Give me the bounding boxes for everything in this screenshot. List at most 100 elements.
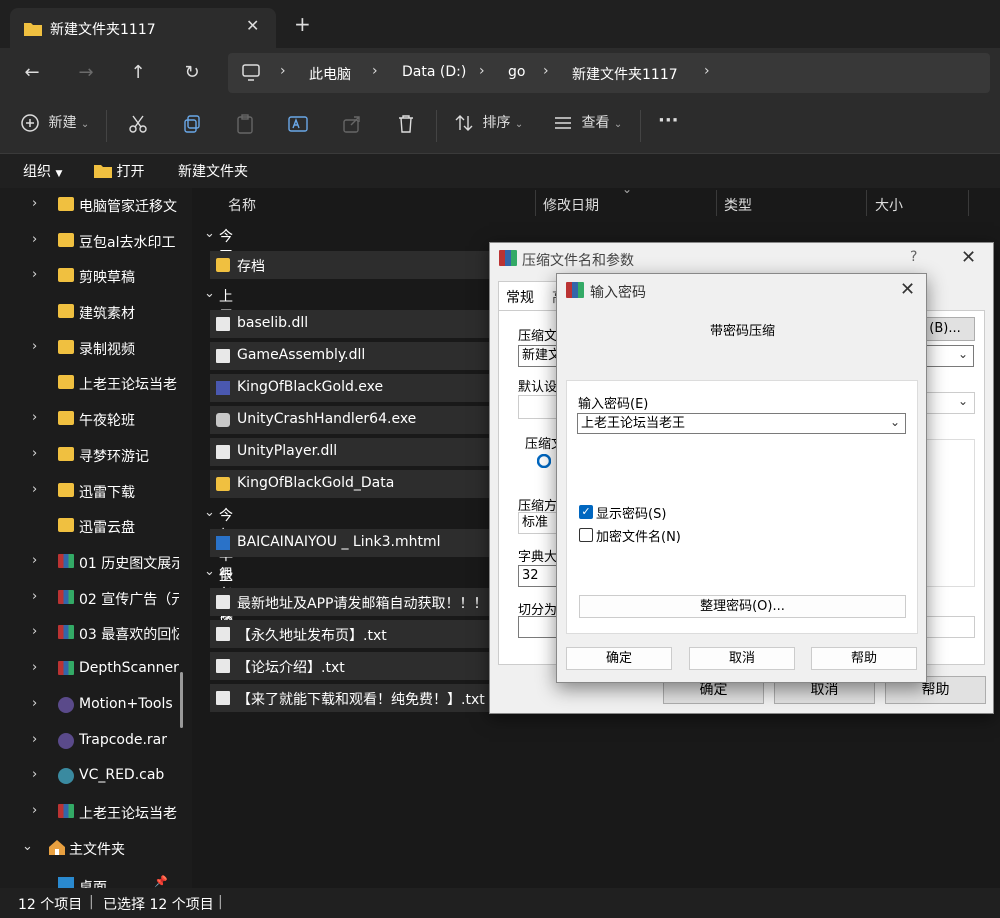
collapse-chevron-icon[interactable]: ⌄: [204, 564, 215, 579]
show-password-checkbox[interactable]: ✓: [579, 505, 593, 519]
file-row[interactable]: 【来了就能下载和观看！纯免费！】.txt: [210, 684, 500, 712]
sidebar-item[interactable]: 建筑素材: [0, 295, 180, 329]
sidebar-item[interactable]: › 电脑管家迁移文: [0, 188, 180, 222]
sidebar-item[interactable]: › 03 最喜欢的回忆: [0, 616, 180, 650]
sidebar-scrollbar[interactable]: [180, 672, 183, 728]
tab-general[interactable]: 常规: [498, 281, 558, 311]
organize-button[interactable]: 组织 ▼: [23, 161, 62, 181]
sidebar-item[interactable]: › 02 宣传广告（元: [0, 581, 180, 615]
breadcrumb-chevron-icon[interactable]: ›: [543, 63, 549, 79]
file-row[interactable]: KingOfBlackGold.exe: [210, 374, 500, 402]
file-row[interactable]: BAICAINAIYOU _ Link3.mhtml: [210, 529, 500, 557]
chevron-down-icon[interactable]: ⌄: [958, 347, 968, 361]
expand-arrow-icon[interactable]: ›: [32, 660, 37, 675]
password-field[interactable]: 上老王论坛当老王: [577, 413, 906, 434]
dictionary-size-select[interactable]: 32: [518, 565, 558, 587]
file-row[interactable]: 存档: [210, 251, 500, 279]
file-row[interactable]: UnityPlayer.dll: [210, 438, 500, 466]
delete-icon[interactable]: [396, 114, 416, 134]
breadcrumb-current-folder[interactable]: 新建文件夹1117: [572, 64, 678, 84]
cut-icon[interactable]: [128, 114, 148, 134]
file-row[interactable]: baselib.dll: [210, 310, 500, 338]
encrypt-filenames-checkbox[interactable]: [579, 528, 593, 542]
ok-button[interactable]: 确定: [566, 647, 672, 670]
breadcrumb-this-pc[interactable]: 此电脑: [309, 64, 351, 84]
collapse-chevron-icon[interactable]: ⌄: [204, 286, 215, 301]
new-folder-button[interactable]: 新建文件夹: [178, 161, 248, 181]
sidebar-item[interactable]: › Motion+Tools: [0, 688, 180, 722]
organize-passwords-button[interactable]: 整理密码(O)...: [579, 595, 906, 618]
sidebar-item[interactable]: › 寻梦环游记: [0, 438, 180, 472]
sidebar-item[interactable]: 迅雷云盘: [0, 509, 180, 543]
close-icon[interactable]: ✕: [900, 279, 915, 300]
breadcrumb-data-drive[interactable]: Data (D:): [402, 64, 466, 80]
open-button[interactable]: 打开: [94, 161, 144, 181]
breadcrumb-chevron-icon[interactable]: ›: [372, 63, 378, 79]
file-row[interactable]: KingOfBlackGold_Data: [210, 470, 500, 498]
tab-current[interactable]: 新建文件夹1117 ✕: [10, 8, 276, 48]
expand-arrow-icon[interactable]: ›: [32, 553, 37, 568]
expand-arrow-icon[interactable]: ›: [32, 624, 37, 639]
collapse-chevron-icon[interactable]: ⌄: [204, 505, 215, 520]
sidebar-item[interactable]: › 上老王论坛当老: [0, 795, 180, 829]
cancel-button[interactable]: 取消: [689, 647, 795, 670]
collapse-arrow-icon[interactable]: ⌄: [22, 839, 33, 854]
radio-selected-icon[interactable]: [537, 454, 551, 468]
file-row[interactable]: UnityCrashHandler64.exe: [210, 406, 500, 434]
help-button[interactable]: 帮助: [811, 647, 917, 670]
file-row[interactable]: GameAssembly.dll: [210, 342, 500, 370]
breadcrumb-chevron-icon[interactable]: ›: [704, 63, 710, 79]
column-header-size[interactable]: 大小: [875, 195, 903, 215]
new-button[interactable]: 新建 ⌄: [20, 112, 89, 133]
view-button[interactable]: 查看 ⌄: [553, 112, 622, 133]
expand-arrow-icon[interactable]: ›: [32, 232, 37, 247]
copy-icon[interactable]: [182, 114, 202, 134]
sidebar-item-home[interactable]: ⌄ 主文件夹: [0, 831, 170, 865]
sidebar-item[interactable]: › Trapcode.rar: [0, 724, 180, 758]
close-icon[interactable]: ✕: [961, 247, 976, 268]
collapse-chevron-icon[interactable]: ⌄: [204, 226, 215, 241]
up-button[interactable]: ↑: [123, 58, 153, 88]
sidebar-item[interactable]: › 01 历史图文展示: [0, 545, 180, 579]
rename-icon[interactable]: [288, 114, 308, 134]
sidebar-item[interactable]: › 豆包al去水印工: [0, 224, 180, 258]
column-header-name[interactable]: 名称: [228, 195, 256, 215]
column-header-type[interactable]: 类型: [724, 195, 752, 215]
expand-arrow-icon[interactable]: ›: [32, 267, 37, 282]
expand-arrow-icon[interactable]: ›: [32, 446, 37, 461]
help-icon[interactable]: ?: [910, 249, 917, 265]
sidebar-item[interactable]: › 迅雷下载: [0, 474, 180, 508]
expand-arrow-icon[interactable]: ›: [32, 696, 37, 711]
share-icon[interactable]: [342, 114, 362, 134]
file-row[interactable]: 最新地址及APP请发邮箱自动获取！！！.txt: [210, 588, 500, 616]
paste-icon[interactable]: [235, 114, 255, 134]
more-options-button[interactable]: ···: [658, 110, 679, 131]
column-header-modified[interactable]: 修改日期: [543, 195, 599, 215]
breadcrumb-go[interactable]: go: [508, 64, 525, 80]
profiles-button[interactable]: [518, 395, 558, 419]
chevron-down-icon[interactable]: ⌄: [958, 394, 968, 408]
expand-arrow-icon[interactable]: ›: [32, 732, 37, 747]
sort-button[interactable]: 排序 ⌄: [454, 112, 523, 133]
expand-arrow-icon[interactable]: ›: [32, 339, 37, 354]
split-volumes-field[interactable]: [518, 616, 558, 638]
back-button[interactable]: ←: [17, 58, 47, 88]
expand-arrow-icon[interactable]: ›: [32, 196, 37, 211]
sidebar-item-desktop[interactable]: 桌面 📌: [0, 867, 180, 888]
sidebar-item[interactable]: 上老王论坛当老: [0, 366, 180, 400]
sidebar-item[interactable]: › 午夜轮班: [0, 402, 180, 436]
compression-method-select[interactable]: 标准: [518, 512, 558, 534]
breadcrumb-chevron-icon[interactable]: ›: [479, 63, 485, 79]
sidebar-item[interactable]: › 录制视频: [0, 331, 180, 365]
refresh-button[interactable]: ↻: [177, 58, 207, 88]
close-tab-icon[interactable]: ✕: [246, 16, 259, 35]
file-row[interactable]: 【论坛介绍】.txt: [210, 652, 500, 680]
expand-arrow-icon[interactable]: ›: [32, 767, 37, 782]
address-bar[interactable]: › 此电脑 › Data (D:) › go › 新建文件夹1117 ›: [228, 53, 990, 93]
expand-arrow-icon[interactable]: ›: [32, 803, 37, 818]
sidebar-item[interactable]: › VC_RED.cab: [0, 759, 180, 793]
file-row[interactable]: 【永久地址发布页】.txt: [210, 620, 500, 648]
expand-arrow-icon[interactable]: ›: [32, 482, 37, 497]
expand-arrow-icon[interactable]: ›: [32, 410, 37, 425]
new-tab-button[interactable]: +: [294, 12, 311, 36]
